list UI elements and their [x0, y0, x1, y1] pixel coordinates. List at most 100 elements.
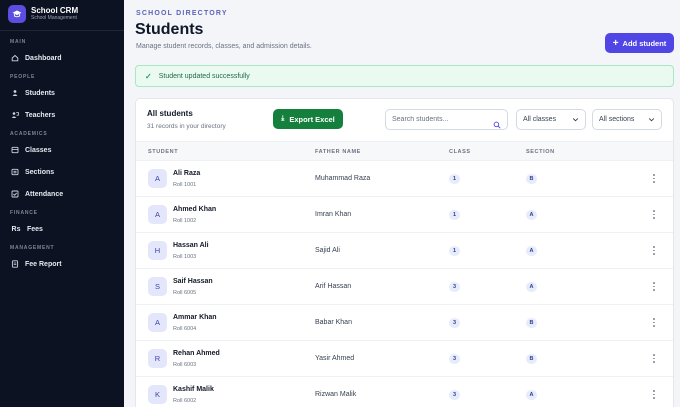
father-name: Rizwan Malik: [315, 391, 357, 398]
report-icon: [11, 260, 19, 268]
sidebar-item-classes[interactable]: Classes: [0, 142, 124, 158]
table-row[interactable]: H Hassan Ali Roll 1003 Sajid Ali 1 A: [136, 233, 673, 269]
section-badge: A: [526, 390, 537, 400]
export-excel-button[interactable]: ⤓ Export Excel: [273, 109, 343, 129]
page-subtitle: Manage student records, classes, and adm…: [136, 43, 312, 50]
table-row[interactable]: R Rehan Ahmed Roll 6003 Yasir Ahmed 3 B: [136, 341, 673, 377]
student-roll: Roll 6003: [173, 362, 197, 368]
sidebar-item-label: Fee Report: [25, 260, 62, 268]
row-actions-icon[interactable]: [651, 209, 657, 220]
sidebar: School CRM School Management MAIN Dashbo…: [0, 0, 124, 407]
row-actions-icon[interactable]: [651, 389, 657, 400]
page-eyebrow: SCHOOL DIRECTORY: [136, 10, 228, 17]
father-name: Arif Hassan: [315, 283, 352, 290]
sections-icon: [11, 168, 19, 176]
table-row[interactable]: A Ahmed Khan Roll 1002 Imran Khan 1 A: [136, 197, 673, 233]
section-badge: A: [526, 282, 537, 292]
export-excel-label: Export Excel: [289, 114, 335, 124]
row-actions-icon[interactable]: [651, 245, 657, 256]
search-input[interactable]: [392, 116, 492, 123]
section-badge: B: [526, 318, 537, 328]
alert-message: Student updated successfully: [158, 72, 250, 80]
sidebar-item-label: Attendance: [25, 190, 64, 198]
student-name: Hassan Ali: [173, 242, 209, 249]
column-header-father: FATHER NAME: [315, 149, 361, 155]
row-actions-icon[interactable]: [651, 281, 657, 292]
student-roll: Roll 6005: [173, 290, 197, 296]
avatar: A: [148, 313, 167, 332]
user-icon: [11, 89, 19, 97]
attendance-icon: [11, 190, 19, 198]
sidebar-item-teachers[interactable]: Teachers: [0, 107, 124, 123]
class-badge: 3: [449, 390, 460, 400]
check-icon: ✓: [145, 71, 152, 81]
avatar: A: [148, 169, 167, 188]
table-row[interactable]: K Kashif Malik Roll 6002 Rizwan Malik 3 …: [136, 377, 673, 407]
student-roll: Roll 6002: [173, 398, 197, 404]
chevron-down-icon: [648, 116, 655, 123]
class-filter-value: All classes: [523, 116, 557, 123]
plus-icon: +: [612, 37, 619, 49]
teacher-icon: [11, 111, 19, 119]
sidebar-item-label: Classes: [25, 146, 52, 154]
avatar: R: [148, 349, 167, 368]
student-name: Kashif Malik: [173, 386, 214, 393]
section-badge: B: [526, 354, 537, 364]
home-icon: [11, 54, 19, 62]
brand[interactable]: School CRM School Management: [0, 0, 124, 24]
sidebar-item-label: Dashboard: [25, 54, 62, 62]
class-badge: 1: [449, 174, 460, 184]
class-badge: 3: [449, 282, 460, 292]
record-count: 31 records in your directory: [147, 123, 226, 130]
row-actions-icon[interactable]: [651, 317, 657, 328]
sidebar-item-dashboard[interactable]: Dashboard: [0, 50, 124, 66]
add-student-label: Add student: [622, 38, 667, 48]
class-filter-select[interactable]: All classes: [516, 109, 586, 130]
student-name: Ammar Khan: [173, 314, 217, 321]
students-card: All students 31 records in your director…: [135, 98, 674, 407]
student-name: Ali Raza: [173, 170, 201, 177]
row-actions-icon[interactable]: [651, 173, 657, 184]
student-roll: Roll 1003: [173, 254, 197, 260]
sidebar-item-label: Students: [25, 89, 55, 97]
student-name: Saif Hassan: [173, 278, 213, 285]
main-content: SCHOOL DIRECTORY Students Manage student…: [124, 0, 680, 407]
table-header: STUDENT FATHER NAME CLASS SECTION: [136, 141, 673, 161]
success-alert: ✓ Student updated successfully: [135, 65, 674, 87]
column-header-section: SECTION: [526, 149, 555, 155]
sidebar-item-sections[interactable]: Sections: [0, 164, 124, 180]
section-filter-select[interactable]: All sections: [592, 109, 662, 130]
class-badge: 1: [449, 210, 460, 220]
row-actions-icon[interactable]: [651, 353, 657, 364]
student-name: Ahmed Khan: [173, 206, 217, 213]
section-badge: A: [526, 246, 537, 256]
table-row[interactable]: A Ali Raza Roll 1001 Muhammad Raza 1 B: [136, 161, 673, 197]
father-name: Imran Khan: [315, 211, 352, 218]
avatar: K: [148, 385, 167, 404]
class-badge: 1: [449, 246, 460, 256]
add-student-button[interactable]: + Add student: [605, 33, 674, 53]
sidebar-item-attendance[interactable]: Attendance: [0, 186, 124, 202]
avatar: S: [148, 277, 167, 296]
column-header-student: STUDENT: [148, 149, 179, 155]
sidebar-item-fees[interactable]: Rs Fees: [0, 221, 124, 237]
search-icon[interactable]: [493, 116, 501, 129]
sidebar-item-label: Teachers: [25, 111, 56, 119]
class-badge: 3: [449, 318, 460, 328]
student-name: Rehan Ahmed: [173, 350, 220, 357]
rupee-icon: Rs: [11, 225, 21, 233]
table-row[interactable]: A Ammar Khan Roll 6004 Babar Khan 3 B: [136, 305, 673, 341]
student-roll: Roll 1002: [173, 218, 197, 224]
student-roll: Roll 6004: [173, 326, 197, 332]
sidebar-item-students[interactable]: Students: [0, 85, 124, 101]
father-name: Yasir Ahmed: [315, 355, 355, 362]
avatar: A: [148, 205, 167, 224]
sidebar-item-fee-report[interactable]: Fee Report: [0, 256, 124, 272]
table-row[interactable]: S Saif Hassan Roll 6005 Arif Hassan 3 A: [136, 269, 673, 305]
column-header-class: CLASS: [449, 149, 471, 155]
search-box[interactable]: [385, 109, 508, 130]
brand-subtitle: School Management: [31, 15, 77, 21]
student-roll: Roll 1001: [173, 182, 197, 188]
avatar: H: [148, 241, 167, 260]
download-icon: ⤓: [281, 115, 285, 122]
